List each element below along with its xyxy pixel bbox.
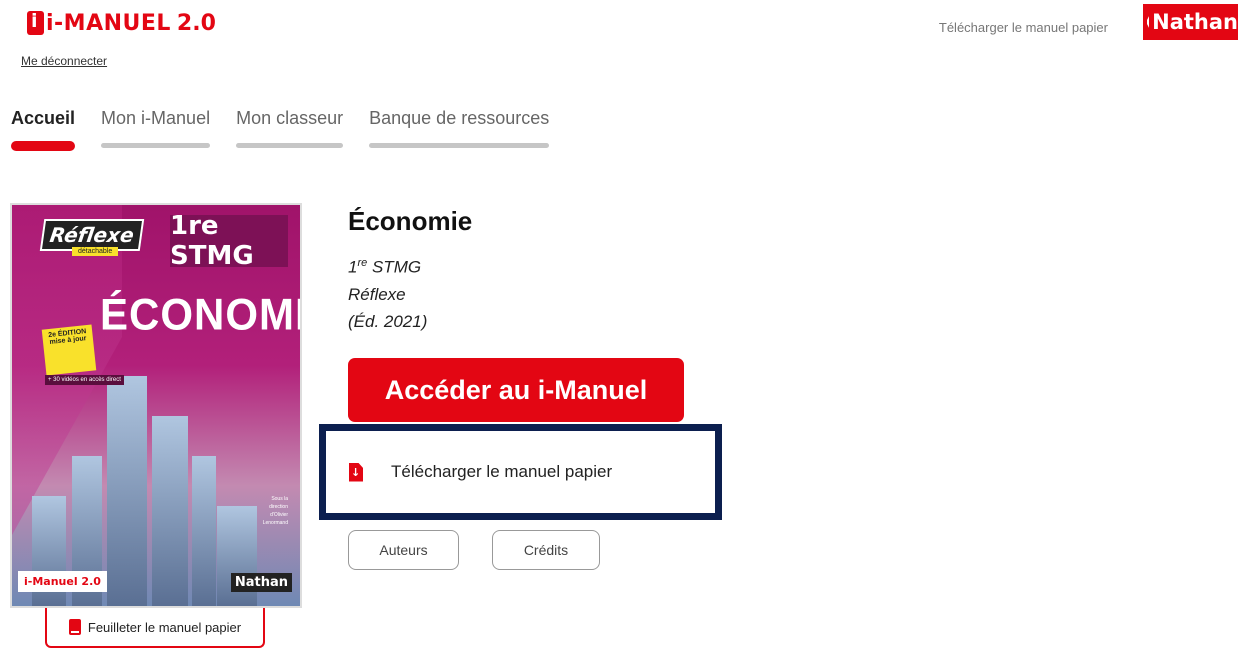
logout-link[interactable]: Me déconnecter bbox=[21, 54, 107, 68]
tab-label: Mon classeur bbox=[236, 108, 344, 128]
access-imanuel-button[interactable]: Accéder au i-Manuel bbox=[348, 358, 684, 422]
tab-mon-classeur[interactable]: Mon classeur bbox=[236, 108, 344, 151]
authors-button[interactable]: Auteurs bbox=[348, 530, 459, 570]
tab-label: Mon i-Manuel bbox=[101, 108, 211, 128]
logo-version: 2.0 bbox=[176, 10, 216, 36]
tab-accueil[interactable]: Accueil bbox=[11, 108, 76, 151]
cover-title: ÉCONOMIE bbox=[100, 289, 300, 340]
logo-text: i-MANUEL bbox=[46, 10, 171, 36]
nathan-waves-icon bbox=[1147, 12, 1152, 32]
tab-label: Banque de ressources bbox=[369, 108, 550, 128]
imanuel-logo-icon bbox=[27, 10, 44, 35]
cover-edition-badge: 2e ÉDITION mise à jour bbox=[41, 324, 97, 376]
main-tabs: Accueil Mon i-Manuel Mon classeur Banque… bbox=[11, 108, 575, 151]
cover-building bbox=[192, 456, 216, 606]
book-level: 1re STMG bbox=[348, 257, 422, 277]
nathan-logo[interactable]: Nathan bbox=[1143, 4, 1238, 40]
header-download-link[interactable]: Télécharger le manuel papier bbox=[939, 20, 1108, 35]
cover-detachable: détachable bbox=[72, 247, 119, 256]
credits-button[interactable]: Crédits bbox=[492, 530, 600, 570]
cover-authors: Sous la direction d'Olivier Lenormand bbox=[262, 496, 288, 526]
book-collection: Réflexe bbox=[348, 284, 406, 304]
book-edition: (Éd. 2021) bbox=[348, 311, 428, 331]
tab-indicator bbox=[236, 143, 344, 148]
feuilleter-label: Feuilleter le manuel papier bbox=[87, 619, 242, 635]
book-title: Économie bbox=[348, 206, 473, 236]
tab-mon-imanuel[interactable]: Mon i-Manuel bbox=[101, 108, 211, 151]
tab-indicator bbox=[11, 141, 76, 151]
tab-indicator bbox=[369, 143, 550, 148]
imanuel-logo: i-MANUEL 2.0 bbox=[27, 8, 216, 38]
cover-publisher: Nathan bbox=[230, 573, 292, 592]
nathan-logo-text: Nathan bbox=[1152, 10, 1238, 34]
feuilleter-button[interactable]: Feuilleter le manuel papier bbox=[45, 608, 265, 648]
cover-building bbox=[152, 416, 188, 606]
cover-level: 1re STMG bbox=[170, 211, 288, 271]
tab-indicator bbox=[101, 143, 211, 148]
tab-banque-ressources[interactable]: Banque de ressources bbox=[369, 108, 550, 151]
pdf-download-icon bbox=[349, 462, 363, 482]
book-icon bbox=[68, 619, 81, 635]
book-meta: 1re STMG Réflexe (Éd. 2021) bbox=[348, 250, 427, 335]
tab-label: Accueil bbox=[11, 108, 76, 128]
cover-imanuel-badge: i-Manuel 2.0 bbox=[18, 571, 107, 592]
cover-building bbox=[107, 376, 147, 606]
download-label: Télécharger le manuel papier bbox=[391, 462, 613, 481]
book-cover: Réflexe détachable 1re STMG ÉCONOMIE 2e … bbox=[10, 203, 302, 608]
cover-videos-badge: + 30 vidéos en accès direct bbox=[45, 375, 124, 385]
download-paper-manual-button[interactable]: Télécharger le manuel papier bbox=[319, 424, 722, 520]
